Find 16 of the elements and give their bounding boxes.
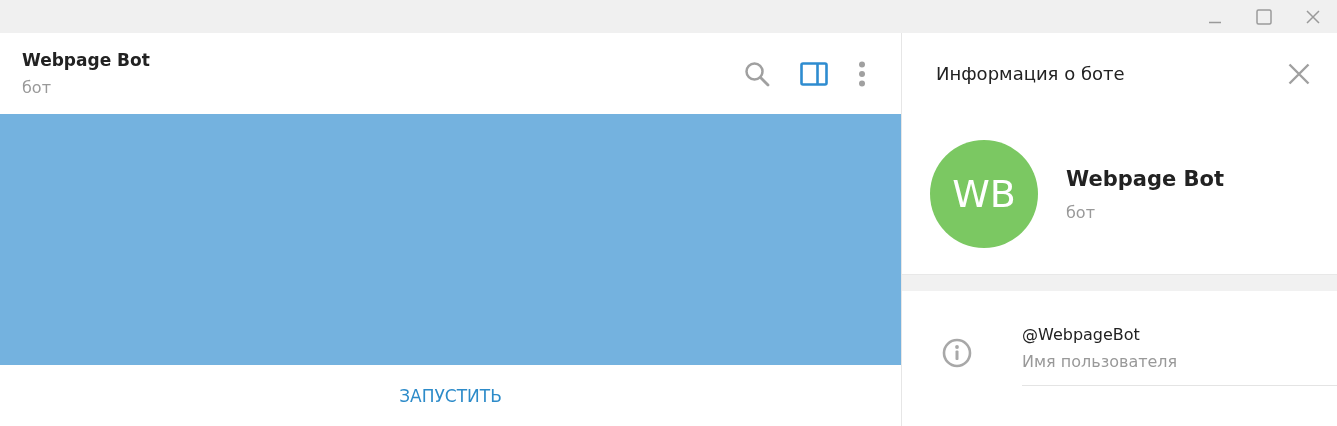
chat-title: Webpage Bot (22, 50, 150, 70)
chat-subtitle: бот (22, 78, 52, 97)
search-icon[interactable] (744, 60, 770, 87)
start-button[interactable]: ЗАПУСТИТЬ (383, 377, 518, 414)
info-icon (942, 337, 972, 368)
bot-name: Webpage Bot (1066, 166, 1224, 191)
close-icon[interactable] (1288, 62, 1310, 85)
username-label: Имя пользователя (1022, 352, 1179, 371)
more-icon[interactable] (858, 60, 866, 87)
maximize-icon[interactable] (1256, 8, 1272, 25)
panel-title: Информация о боте (936, 63, 1125, 84)
username: @WebpageBot (1022, 325, 1141, 344)
bot-status: бот (1066, 202, 1096, 222)
close-icon[interactable] (1306, 9, 1320, 24)
side-panel-icon[interactable] (800, 61, 828, 86)
avatar: WB (930, 140, 1038, 248)
